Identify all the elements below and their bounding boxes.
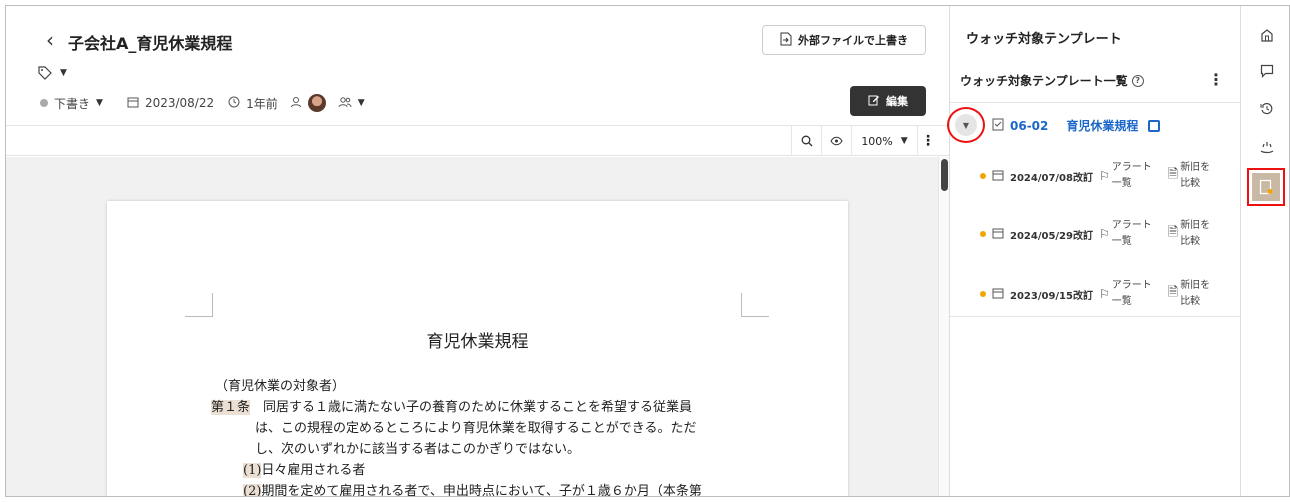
- app-window: ‹ 子会社A_育児休業規程 ▼ 下書き ▼ 2023/08/22 1年前 ▼ 外…: [5, 5, 1290, 497]
- revision-item: 2024/05/29改訂 ⚐ アラート 一覧 🗎 新旧を 比較: [980, 214, 1210, 254]
- tag-selector[interactable]: ▼: [38, 66, 67, 80]
- page-title: 子会社A_育児休業規程: [68, 34, 233, 53]
- help-icon[interactable]: ?: [1131, 74, 1144, 87]
- watch-template-icon: [1252, 173, 1280, 201]
- template-list-title: ウォッチ対象テンプレート一覧: [960, 74, 1128, 88]
- compare-link[interactable]: 新旧を 比較: [1180, 278, 1210, 310]
- avatar[interactable]: [307, 94, 326, 112]
- eye-icon[interactable]: [821, 126, 851, 156]
- search-icon[interactable]: [791, 126, 821, 156]
- clock-icon: [228, 96, 240, 111]
- compare-icon[interactable]: 🗎: [1168, 223, 1178, 245]
- checklist-icon: [992, 118, 1004, 134]
- revision-dot: [980, 173, 986, 179]
- compare-icon[interactable]: 🗎: [1168, 165, 1178, 187]
- document-header: ‹ 子会社A_育児休業規程 ▼ 下書き ▼ 2023/08/22 1年前 ▼ 外…: [6, 6, 949, 126]
- crop-mark-left: [185, 293, 213, 317]
- scrollbar-thumb[interactable]: [941, 159, 948, 191]
- external-file-overwrite-button[interactable]: 外部ファイルで上書き: [762, 25, 926, 55]
- divider: [950, 102, 1241, 103]
- revision-item: 2024/07/08改訂 ⚐ アラート 一覧 🗎 新旧を 比較: [980, 156, 1210, 196]
- flag-icon[interactable]: ⚐: [1099, 227, 1110, 241]
- alert-list-link[interactable]: アラート 一覧: [1112, 218, 1152, 250]
- article-text-line3: し、次のいずれかに該当する者はこのかぎりではない。: [255, 442, 581, 457]
- tag-icon[interactable]: [38, 66, 52, 80]
- article-text-line1: 同居する１歳に満たない子の養育のために休業することを希望する従業員: [250, 400, 693, 415]
- document-meta: 下書き ▼ 2023/08/22 1年前 ▼: [40, 94, 365, 112]
- document-area: ‹ 子会社A_育児休業規程 ▼ 下書き ▼ 2023/08/22 1年前 ▼ 外…: [6, 6, 949, 496]
- item1-number[interactable]: (1): [243, 463, 262, 478]
- compare-link[interactable]: 新旧を 比較: [1180, 160, 1210, 192]
- zoom-level: 100%: [861, 134, 893, 148]
- revision-dot: [980, 291, 986, 297]
- article-text-line2: は、この規程の定めるところにより育児休業を取得することができる。ただ: [255, 421, 697, 436]
- article-label[interactable]: 第１条: [211, 400, 251, 415]
- panel-kebab-icon[interactable]: ⋮: [1208, 70, 1224, 89]
- watch-template-button[interactable]: [1247, 168, 1285, 206]
- revision-date: 2024/05/29改訂: [1010, 230, 1093, 242]
- comment-icon[interactable]: [1254, 58, 1280, 84]
- group-chevron-down-icon[interactable]: ▼: [358, 98, 365, 108]
- right-icon-rail: [1240, 6, 1289, 496]
- item1-text: 日々雇用される者: [261, 463, 366, 478]
- calendar-icon: [992, 169, 1004, 184]
- revision-date: 2024/07/08改訂: [1010, 172, 1093, 184]
- document-page: 育児休業規程 （育児休業の対象者） 第１条 同居する１歳に満たない子の養育のため…: [107, 201, 848, 497]
- divider: [950, 316, 1241, 317]
- panel-title: ウォッチ対象テンプレート: [966, 32, 1122, 47]
- edit-button[interactable]: 編集: [850, 86, 926, 116]
- vertical-scrollbar[interactable]: [938, 157, 949, 496]
- revision-date: 2023/09/15改訂: [1010, 290, 1093, 302]
- edit-icon: [868, 94, 880, 109]
- calendar-icon: [992, 227, 1004, 242]
- watch-template-panel: ウォッチ対象テンプレート ウォッチ対象テンプレート一覧 ? ⋮ ▼ 06-02 …: [947, 6, 1241, 496]
- compare-icon[interactable]: 🗎: [1168, 283, 1178, 305]
- file-import-icon: [780, 32, 792, 49]
- flag-icon[interactable]: ⚐: [1099, 169, 1110, 183]
- alert-list-link[interactable]: アラート 一覧: [1112, 160, 1152, 192]
- kebab-icon[interactable]: ⋮: [917, 126, 938, 156]
- section-heading: （育児休業の対象者）: [215, 379, 346, 394]
- document-title: 育児休業規程: [426, 332, 529, 352]
- relative-time: 1年前: [246, 96, 278, 111]
- chevron-down-icon[interactable]: ▼: [60, 68, 67, 78]
- template-item[interactable]: 06-02 育児休業規程: [992, 117, 1161, 134]
- external-file-overwrite-label: 外部ファイルで上書き: [798, 34, 908, 47]
- calendar-icon: [992, 287, 1004, 302]
- document-canvas: 育児休業規程 （育児休業の対象者） 第１条 同居する１歳に満たない子の養育のため…: [6, 157, 938, 497]
- sparkle-icon[interactable]: [1254, 134, 1280, 160]
- revision-dot: [980, 231, 986, 237]
- template-name[interactable]: 育児休業規程: [1066, 117, 1138, 134]
- back-icon[interactable]: ‹: [46, 28, 54, 52]
- flag-icon[interactable]: ⚐: [1099, 287, 1110, 301]
- history-icon[interactable]: [1254, 96, 1280, 122]
- person-icon: [290, 96, 302, 111]
- template-list-heading: ウォッチ対象テンプレート一覧 ?: [960, 72, 1144, 89]
- highlight-circle: [947, 107, 985, 143]
- group-icon[interactable]: [338, 96, 352, 111]
- compare-link[interactable]: 新旧を 比較: [1180, 218, 1210, 250]
- viewer-toolbar: 100% ▼ ⋮: [6, 126, 949, 156]
- home-icon[interactable]: [1254, 22, 1280, 48]
- edit-label: 編集: [886, 95, 908, 108]
- zoom-select[interactable]: 100% ▼: [851, 126, 917, 156]
- status-chevron-down-icon[interactable]: ▼: [96, 98, 103, 108]
- copy-icon[interactable]: [1148, 119, 1161, 132]
- status-dot: [40, 99, 48, 107]
- status-label[interactable]: 下書き: [54, 95, 90, 112]
- document-date: 2023/08/22: [144, 96, 215, 110]
- zoom-chevron-down-icon: ▼: [900, 136, 908, 146]
- calendar-icon: [127, 96, 139, 111]
- revision-item: 2023/09/15改訂 ⚐ アラート 一覧 🗎 新旧を 比較: [980, 274, 1210, 314]
- item2-text: 期間を定めて雇用される者で、申出時点において、子が１歳６か月（本条第: [261, 484, 702, 497]
- template-code[interactable]: 06-02: [1010, 119, 1048, 133]
- alert-list-link[interactable]: アラート 一覧: [1112, 278, 1152, 310]
- crop-mark-right: [741, 293, 769, 317]
- item2-number[interactable]: (2): [243, 484, 262, 496]
